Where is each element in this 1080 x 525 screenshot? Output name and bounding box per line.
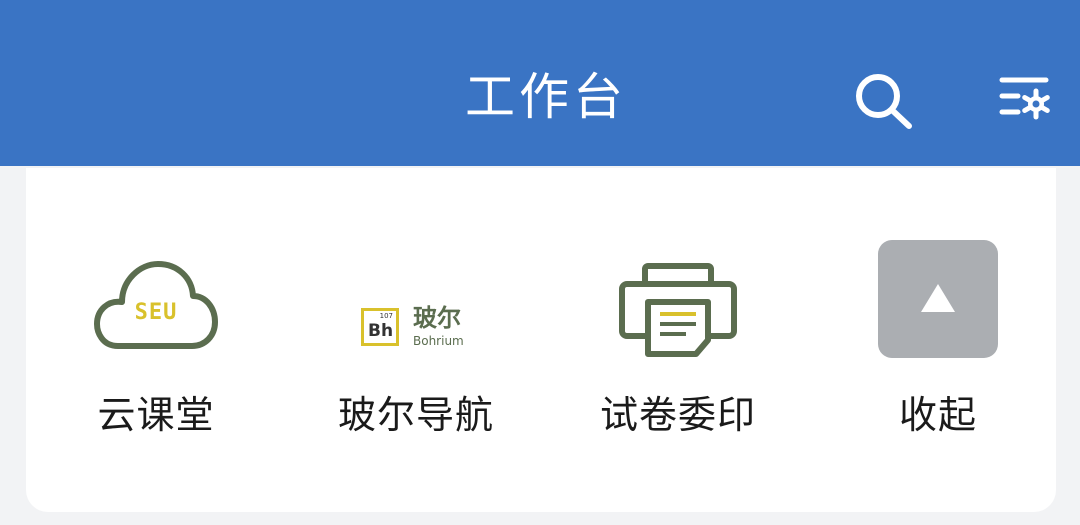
app-label: 玻尔导航 [337,393,494,437]
app-collapse[interactable]: 收起 [828,168,1048,512]
bohrium-english: Bohrium [413,334,464,348]
collapse-up-icon [921,284,955,312]
list-settings-icon [999,77,1050,120]
settings-button[interactable] [994,68,1058,132]
collapse-tile [878,240,998,358]
element-tile: 107 Bh [361,308,399,346]
top-bar: 工作台 [0,0,1080,166]
seu-cloud-icon: SEU [94,260,218,356]
app-exam-printing[interactable]: 试卷委印 [568,168,788,512]
search-button[interactable] [848,68,920,132]
element-number: 107 [379,312,393,320]
bohrium-logo-icon: 107 Bh 玻尔 Bohrium [361,304,471,352]
bohrium-chinese: 玻尔 [413,304,461,332]
app-bohrium-navigation[interactable]: 107 Bh 玻尔 Bohrium 玻尔导航 [306,168,526,512]
workspace-apps-card: SEU 云课堂 107 Bh 玻尔 Bohrium 玻尔导航 试卷委印 收起 [26,168,1056,512]
printer-icon [618,262,738,362]
app-cloud-classroom[interactable]: SEU 云课堂 [46,168,266,512]
search-icon [856,74,912,129]
app-label: 试卷委印 [599,393,756,437]
element-symbol: Bh [368,321,394,341]
app-label: 云课堂 [97,393,215,437]
app-label: 收起 [898,393,977,437]
seu-logo-text: SEU [134,300,178,325]
